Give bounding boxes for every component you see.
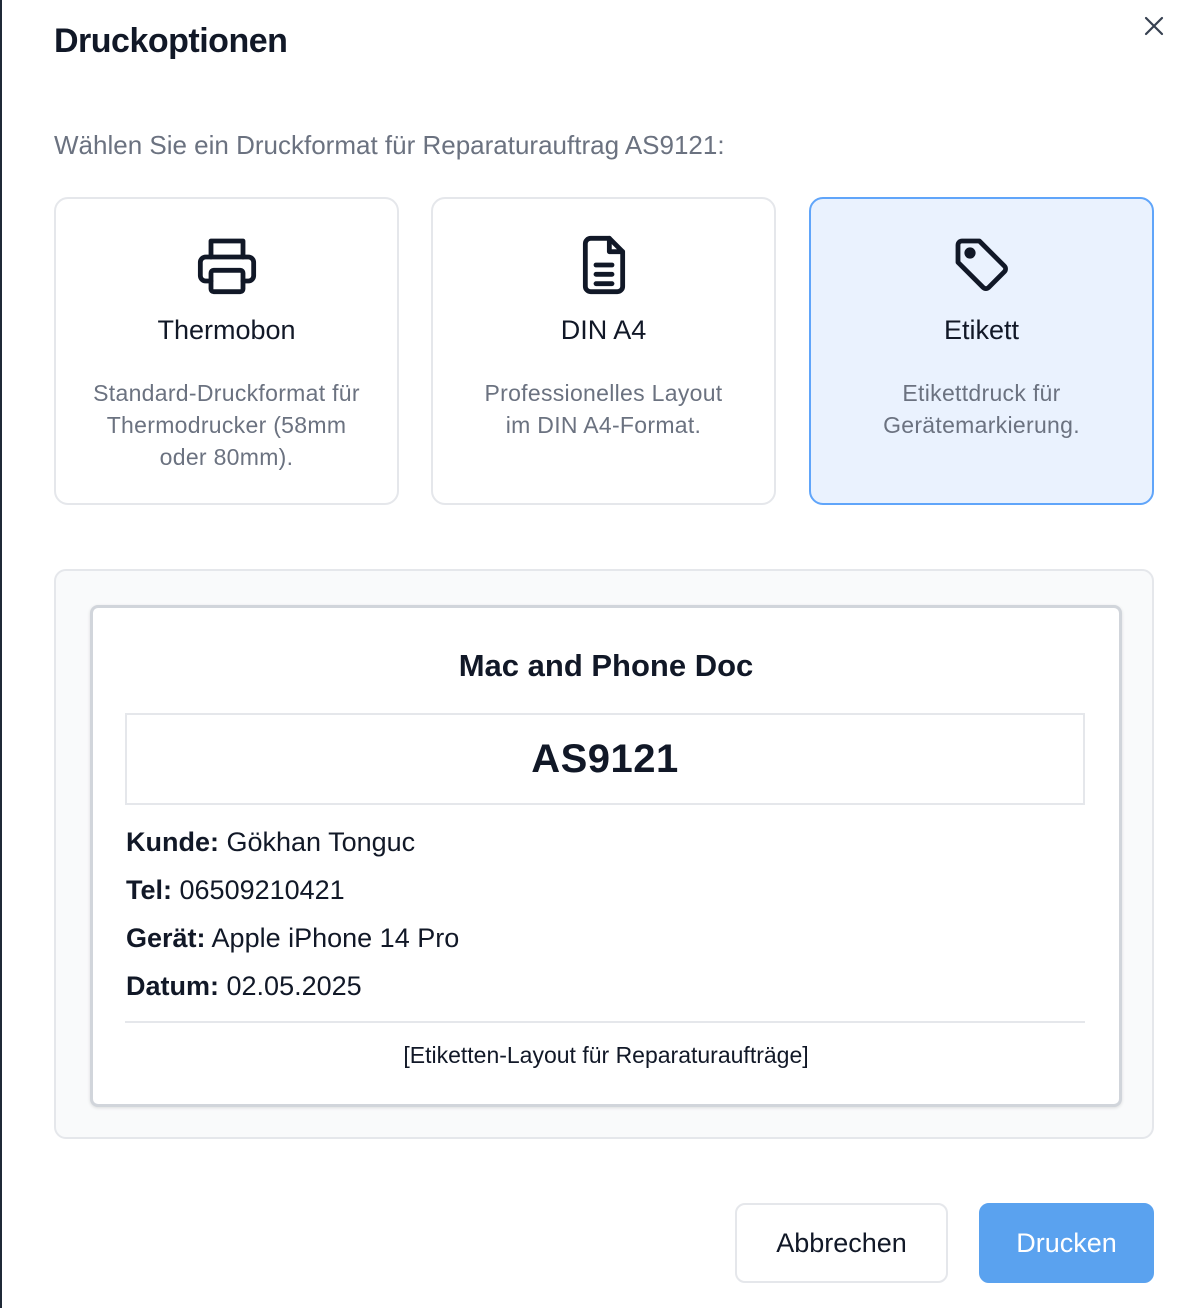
field-date: Datum: 02.05.2025	[126, 966, 459, 1014]
option-din-a4[interactable]: DIN A4 Professionelles Layout im DIN A4-…	[431, 197, 776, 505]
option-description: Etikettdruck für Gerätemarkierung.	[883, 380, 1080, 438]
option-description: Professionelles Layout im DIN A4-Format.	[484, 380, 723, 438]
close-icon	[1144, 16, 1164, 36]
printer-icon	[56, 233, 397, 297]
field-label: Tel:	[126, 875, 172, 905]
field-label: Gerät:	[126, 923, 206, 953]
label-divider	[125, 1021, 1085, 1023]
document-icon	[433, 233, 774, 297]
option-title: Etikett	[943, 315, 1020, 345]
field-value: 06509210421	[179, 875, 345, 905]
label-fields: Kunde: Gökhan Tonguc Tel: 06509210421 Ge…	[126, 822, 459, 1014]
print-preview-panel: Mac and Phone Doc AS9121 Kunde: Gökhan T…	[54, 569, 1154, 1139]
option-description: Standard-Druckformat für Thermodrucker (…	[93, 380, 360, 470]
print-button[interactable]: Drucken	[979, 1203, 1154, 1283]
order-number: AS9121	[531, 736, 679, 781]
option-title: Thermobon	[157, 315, 296, 345]
print-options-dialog: Druckoptionen Wählen Sie ein Druckformat…	[0, 0, 1190, 1308]
field-label: Datum:	[126, 971, 219, 1001]
dialog-subtitle: Wählen Sie ein Druckformat für Reparatur…	[54, 130, 725, 160]
option-etikett[interactable]: Etikett Etikettdruck für Gerätemarkierun…	[809, 197, 1154, 505]
field-phone: Tel: 06509210421	[126, 870, 459, 918]
shop-name: Mac and Phone Doc	[458, 648, 754, 683]
label-footer-note: [Etiketten-Layout für Reparaturaufträge]	[403, 1042, 809, 1068]
order-number-box: AS9121	[125, 713, 1085, 805]
tag-icon	[811, 233, 1152, 297]
field-customer: Kunde: Gökhan Tonguc	[126, 822, 459, 870]
option-thermobon[interactable]: Thermobon Standard-Druckformat für Therm…	[54, 197, 399, 505]
field-value: 02.05.2025	[226, 971, 362, 1001]
field-value: Apple iPhone 14 Pro	[211, 923, 460, 953]
field-label: Kunde:	[126, 827, 219, 857]
field-value: Gökhan Tonguc	[226, 827, 416, 857]
cancel-button[interactable]: Abbrechen	[735, 1203, 948, 1283]
option-title: DIN A4	[560, 315, 647, 345]
close-button[interactable]	[1138, 10, 1170, 42]
dialog-title: Druckoptionen	[54, 22, 288, 60]
label-preview: Mac and Phone Doc AS9121 Kunde: Gökhan T…	[90, 605, 1122, 1107]
field-device: Gerät: Apple iPhone 14 Pro	[126, 918, 459, 966]
print-format-options: Thermobon Standard-Druckformat für Therm…	[54, 197, 1154, 505]
